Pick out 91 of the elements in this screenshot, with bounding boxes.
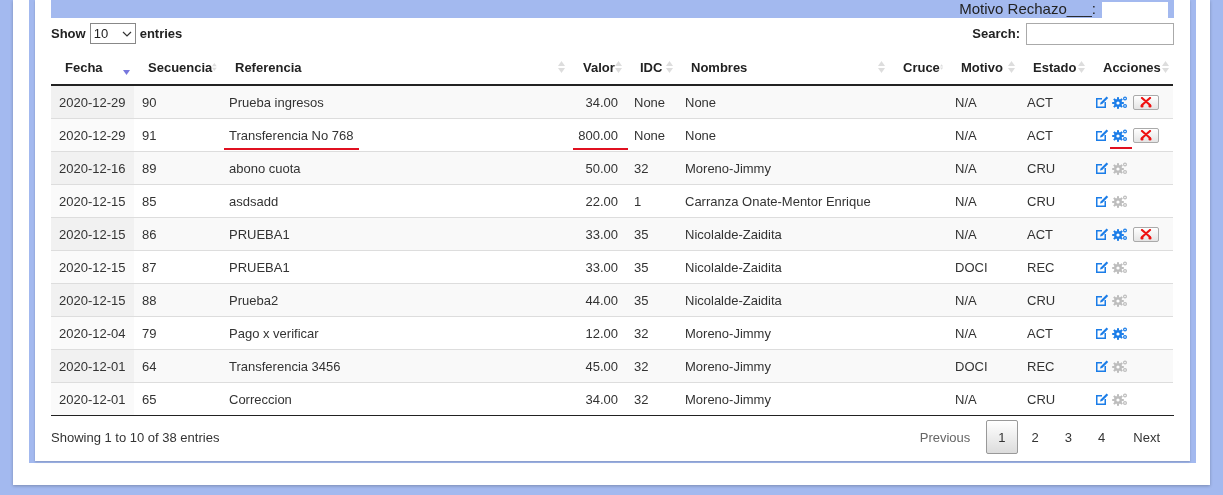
table-cell: 65 bbox=[142, 391, 157, 407]
table-cell: CRU bbox=[1027, 292, 1056, 308]
filter-label: Motivo Rechazo___: bbox=[959, 0, 1096, 18]
table-cell: Correccion bbox=[229, 391, 292, 407]
table-cell: ACT bbox=[1027, 94, 1053, 110]
table-cell: 2020-12-29 bbox=[59, 94, 126, 110]
table-cell: N/A bbox=[955, 292, 977, 308]
table-cell: 90 bbox=[142, 94, 157, 110]
table-cell: N/A bbox=[955, 193, 977, 209]
page-button[interactable]: 2 bbox=[1019, 420, 1051, 454]
table-cell: DOCI bbox=[955, 259, 988, 275]
search-label: Search: bbox=[972, 26, 1020, 41]
page-button[interactable]: 4 bbox=[1086, 420, 1118, 454]
table-cell: 91 bbox=[142, 127, 157, 143]
entries-label: entries bbox=[139, 26, 183, 41]
table-cell: N/A bbox=[955, 391, 977, 407]
table-cell: 35 bbox=[634, 259, 649, 275]
table-cell: 22.00 bbox=[585, 193, 618, 209]
table-cell: REC bbox=[1027, 358, 1055, 374]
table-cell: 33.00 bbox=[585, 226, 618, 242]
page-button[interactable]: 3 bbox=[1052, 420, 1085, 454]
table-cell: 1 bbox=[634, 193, 642, 209]
table-cell: N/A bbox=[955, 160, 977, 176]
table-cell: 32 bbox=[634, 160, 649, 176]
table-cell: ACT bbox=[1027, 127, 1053, 143]
table-cell: N/A bbox=[955, 226, 977, 242]
table-cell: PRUEBA1 bbox=[229, 226, 290, 242]
table-cell: Nicolalde-Zaidita bbox=[685, 292, 782, 308]
table-cell: 32 bbox=[634, 325, 649, 341]
table-cell: 2020-12-15 bbox=[59, 226, 126, 242]
table-cell: 2020-12-01 bbox=[59, 391, 126, 407]
table-cell: N/A bbox=[955, 325, 977, 341]
table-cell: Prueba2 bbox=[229, 292, 279, 308]
table-cell: 79 bbox=[142, 325, 157, 341]
table-cell: Moreno-Jimmy bbox=[685, 391, 771, 407]
table-cell: CRU bbox=[1027, 193, 1056, 209]
table-cell: None bbox=[634, 127, 666, 143]
table-cell: N/A bbox=[955, 94, 977, 110]
table-cell: Moreno-Jimmy bbox=[685, 160, 771, 176]
table-cell: Transferencia No 768 bbox=[229, 127, 354, 143]
show-label: Show bbox=[51, 26, 86, 41]
table-cell: ACT bbox=[1027, 226, 1053, 242]
table-cell: 50.00 bbox=[585, 160, 618, 176]
table-cell: Nicolalde-Zaidita bbox=[685, 226, 782, 242]
table-cell: 2020-12-01 bbox=[59, 358, 126, 374]
table-cell: Prueba ingresos bbox=[229, 94, 324, 110]
table-cell: 2020-12-16 bbox=[59, 160, 126, 176]
table-cell: 35 bbox=[634, 226, 649, 242]
table-cell: 33.00 bbox=[585, 259, 618, 275]
table-cell: 2020-12-15 bbox=[59, 292, 126, 308]
table-cell: 64 bbox=[142, 358, 157, 374]
table-cell: 85 bbox=[142, 193, 157, 209]
table-cell: REC bbox=[1027, 259, 1055, 275]
entries-info: Showing 1 to 10 of 38 entries bbox=[51, 429, 220, 445]
table-cell: None bbox=[685, 127, 717, 143]
table-cell: 44.00 bbox=[585, 292, 618, 308]
table-cell: 88 bbox=[142, 292, 157, 308]
table-cell: 86 bbox=[142, 226, 157, 242]
table-cell: asdsadd bbox=[229, 193, 279, 209]
table-cell: 34.00 bbox=[585, 391, 618, 407]
table-cell: 34.00 bbox=[585, 94, 618, 110]
table-cell: 32 bbox=[634, 391, 649, 407]
table-cell: 12.00 bbox=[585, 325, 618, 341]
table-cell: DOCI bbox=[955, 358, 988, 374]
table-cell: Transferencia 3456 bbox=[229, 358, 341, 374]
table-cell: Nicolalde-Zaidita bbox=[685, 259, 782, 275]
table-cell: 2020-12-15 bbox=[59, 193, 126, 209]
table-cell: 32 bbox=[634, 358, 649, 374]
table-cell: Moreno-Jimmy bbox=[685, 325, 771, 341]
table-cell: 2020-12-29 bbox=[59, 127, 126, 143]
table-cell: 800.00 bbox=[578, 127, 618, 143]
table-cell: 87 bbox=[142, 259, 157, 275]
table-cell: None bbox=[634, 94, 666, 110]
table-cell: 35 bbox=[634, 292, 649, 308]
table-cell: CRU bbox=[1027, 160, 1056, 176]
entries-select[interactable]: 10 bbox=[89, 23, 136, 44]
table-cell: 89 bbox=[142, 160, 157, 176]
table-cell: 2020-12-04 bbox=[59, 325, 126, 341]
table-cell: N/A bbox=[955, 127, 977, 143]
table-cell: None bbox=[685, 94, 717, 110]
table-cell: Moreno-Jimmy bbox=[685, 358, 771, 374]
table-cell: 2020-12-15 bbox=[59, 259, 126, 275]
table-cell: CRU bbox=[1027, 391, 1056, 407]
page-button[interactable]: 1 bbox=[986, 420, 1018, 454]
table-cell: PRUEBA1 bbox=[229, 259, 290, 275]
table-cell: 45.00 bbox=[585, 358, 618, 374]
table-cell: ACT bbox=[1027, 325, 1053, 341]
table-cell: Carranza Onate-Mentor Enrique bbox=[685, 193, 871, 209]
pagination-link[interactable]: Next bbox=[1119, 420, 1174, 454]
table-cell: Pago x verificar bbox=[229, 325, 319, 341]
table-cell: abono cuota bbox=[229, 160, 301, 176]
